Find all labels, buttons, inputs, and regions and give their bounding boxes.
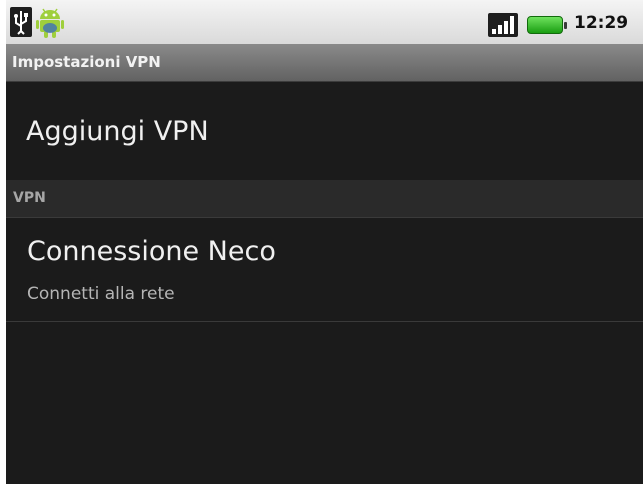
page-title: Impostazioni VPN [12,53,161,71]
title-bar: Impostazioni VPN [6,44,643,82]
add-vpn-label: Aggiungi VPN [26,116,209,147]
vpn-entry-name: Connessione Neco [27,236,276,267]
section-header-label: VPN [13,190,46,206]
add-vpn-item[interactable]: Aggiungi VPN [6,83,643,179]
vpn-entry-summary: Connetti alla rete [27,284,175,304]
android-debug-icon [36,8,64,38]
battery-icon [527,16,567,34]
vpn-settings-screen: 12:29 Impostazioni VPN Aggiungi VPN VPN … [6,0,643,484]
signal-icon [488,13,518,37]
status-bar: 12:29 [6,0,643,44]
vpn-entry-connessione-neco[interactable]: Connessione Neco Connetti alla rete [6,219,643,322]
vpn-section-header: VPN [6,180,643,218]
status-clock: 12:29 [574,13,629,33]
usb-icon [10,7,32,37]
